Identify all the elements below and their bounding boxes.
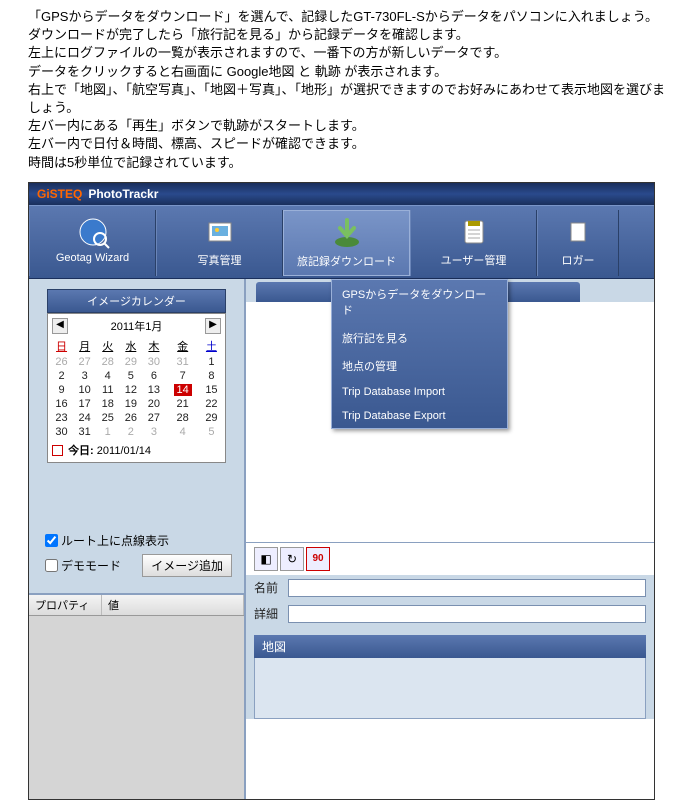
menu-db-export[interactable]: Trip Database Export [332, 404, 507, 428]
add-image-button[interactable]: イメージ追加 [142, 554, 232, 577]
main-toolbar: Geotag Wizard 写真管理 旅記録ダウンロード ユーザー管理 ロガー [29, 205, 654, 279]
calendar-today-row[interactable]: 今日: 2011/01/14 [50, 441, 223, 459]
instructions-text: 「GPSからデータをダウンロード」を選んで、記録したGT-730FL-Sからデー… [0, 0, 700, 182]
calendar-day[interactable]: 22 [200, 397, 223, 411]
calendar-day[interactable]: 30 [142, 355, 165, 369]
calendar-day[interactable]: 31 [73, 425, 96, 439]
calendar-day[interactable]: 24 [73, 411, 96, 425]
detail-input[interactable] [288, 605, 646, 623]
tool-icon-1[interactable]: ◧ [254, 547, 278, 571]
calendar-day[interactable]: 13 [142, 383, 165, 397]
dotted-route-label: ルート上に点線表示 [61, 532, 169, 549]
toolbar-photo-manage[interactable]: 写真管理 [156, 210, 283, 276]
toolbar-trip-download[interactable]: 旅記録ダウンロード [283, 210, 410, 276]
calendar-day[interactable]: 17 [73, 397, 96, 411]
calendar-day[interactable]: 21 [165, 397, 199, 411]
calendar-day[interactable]: 18 [96, 397, 119, 411]
calendar-day[interactable]: 15 [200, 383, 223, 397]
demo-mode-checkbox[interactable] [45, 559, 58, 572]
map-body [254, 658, 646, 719]
calendar-prev-icon[interactable]: ◀ [52, 318, 68, 334]
calendar-day[interactable]: 25 [96, 411, 119, 425]
app-title: PhotoTrackr [88, 187, 158, 201]
calendar-day[interactable]: 16 [50, 397, 73, 411]
calendar-day[interactable]: 6 [142, 369, 165, 383]
calendar-day[interactable]: 20 [142, 397, 165, 411]
calendar-day[interactable]: 1 [96, 425, 119, 439]
calendar-day[interactable]: 2 [50, 369, 73, 383]
calendar-grid: 日 月 火 水 木 金 土 26272829303112345678910111… [50, 337, 223, 439]
detail-label: 詳細 [254, 605, 288, 622]
name-input[interactable] [288, 579, 646, 597]
download-icon [284, 215, 409, 251]
calendar-day[interactable]: 10 [73, 383, 96, 397]
calendar-day[interactable]: 26 [50, 355, 73, 369]
toolbar-user-manage[interactable]: ユーザー管理 [410, 210, 537, 276]
dotted-route-checkbox[interactable] [45, 534, 58, 547]
menu-view-trip[interactable]: 旅行記を見る [332, 324, 507, 352]
calendar-day[interactable]: 4 [165, 425, 199, 439]
calendar-day[interactable]: 26 [119, 411, 142, 425]
calendar-title: イメージカレンダー [47, 289, 226, 313]
calendar-next-icon[interactable]: ▶ [205, 318, 221, 334]
app-logo-text: GiSTEQ [37, 187, 82, 201]
calendar-day[interactable]: 8 [200, 369, 223, 383]
toolbar-geotag-wizard[interactable]: Geotag Wizard [29, 210, 156, 276]
property-table: プロパティ 値 [29, 593, 244, 799]
app-window: GiSTEQ PhotoTrackr Geotag Wizard 写真管理 旅記… [28, 182, 655, 800]
calendar-day[interactable]: 3 [73, 369, 96, 383]
calendar-day[interactable]: 5 [200, 425, 223, 439]
name-label: 名前 [254, 579, 288, 596]
calendar-day[interactable]: 31 [165, 355, 199, 369]
calendar-day[interactable]: 30 [50, 425, 73, 439]
photo-icon [157, 214, 282, 250]
calendar-day[interactable]: 28 [165, 411, 199, 425]
calendar-day[interactable]: 29 [200, 411, 223, 425]
calendar-day[interactable]: 19 [119, 397, 142, 411]
calendar-day[interactable]: 28 [96, 355, 119, 369]
calendar-day[interactable]: 12 [119, 383, 142, 397]
trip-download-dropdown: GPSからデータをダウンロード 旅行記を見る 地点の管理 Trip Databa… [331, 279, 508, 429]
tool-icon-2[interactable]: ↻ [280, 547, 304, 571]
globe-search-icon [30, 214, 155, 250]
calendar-day[interactable]: 2 [119, 425, 142, 439]
calendar-day[interactable]: 27 [142, 411, 165, 425]
calendar-day[interactable]: 27 [73, 355, 96, 369]
calendar-day[interactable]: 3 [142, 425, 165, 439]
title-bar: GiSTEQ PhotoTrackr [29, 183, 654, 205]
toolbar-logger[interactable]: ロガー [537, 210, 619, 276]
calendar-day[interactable]: 5 [119, 369, 142, 383]
calendar-day[interactable]: 11 [96, 383, 119, 397]
user-icon [411, 214, 536, 250]
property-col-header[interactable]: プロパティ [29, 595, 102, 615]
calendar-day[interactable]: 23 [50, 411, 73, 425]
menu-manage-points[interactable]: 地点の管理 [332, 352, 507, 380]
value-col-header[interactable]: 値 [102, 595, 244, 615]
calendar-day[interactable]: 14 [165, 383, 199, 397]
demo-mode-label: デモモード [61, 557, 121, 574]
map-section-header: 地図 [254, 635, 646, 658]
calendar-day[interactable]: 1 [200, 355, 223, 369]
left-panel: イメージカレンダー ◀ 2011年1月 ▶ 日 月 火 水 木 [29, 279, 246, 799]
image-toolbar: ◧ ↻ 90 [246, 542, 654, 575]
menu-gps-download[interactable]: GPSからデータをダウンロード [332, 280, 507, 324]
calendar-day[interactable]: 9 [50, 383, 73, 397]
calendar-day[interactable]: 29 [119, 355, 142, 369]
calendar-day[interactable]: 7 [165, 369, 199, 383]
calendar-widget: ◀ 2011年1月 ▶ 日 月 火 水 木 金 土 [47, 313, 226, 463]
today-marker-icon [52, 445, 63, 456]
calendar-day[interactable]: 4 [96, 369, 119, 383]
calendar-month-label[interactable]: 2011年1月 [111, 318, 163, 334]
menu-db-import[interactable]: Trip Database Import [332, 380, 507, 404]
tool-icon-rotate90[interactable]: 90 [306, 547, 330, 571]
logger-icon [538, 214, 618, 250]
